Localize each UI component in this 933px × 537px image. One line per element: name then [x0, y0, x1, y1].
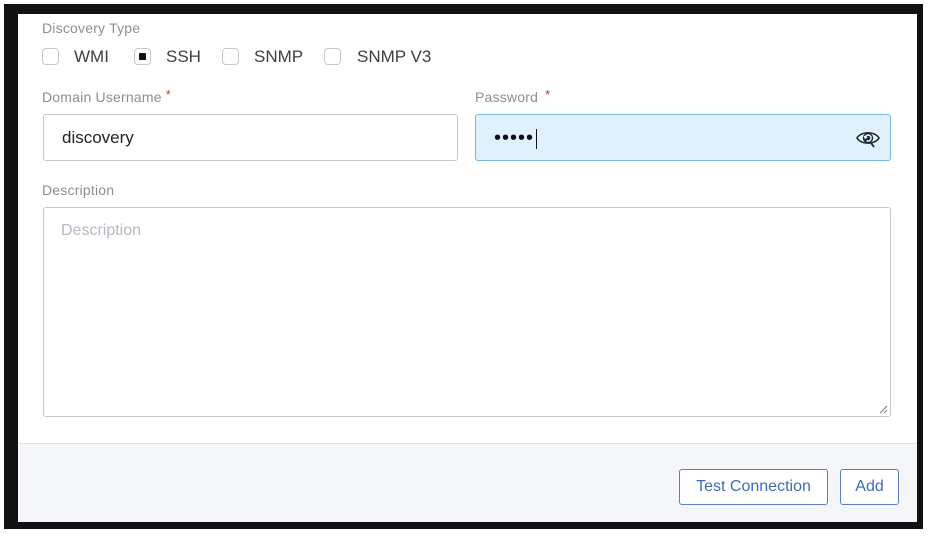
password-field[interactable]: ••••• — [475, 114, 891, 161]
snmp-checkbox[interactable] — [222, 48, 239, 65]
domain-username-label: Domain Username * — [42, 87, 171, 105]
required-mark: * — [545, 87, 551, 102]
discovery-type-label: Discovery Type — [42, 20, 141, 36]
required-mark: * — [165, 87, 171, 102]
add-button[interactable]: Add — [840, 469, 899, 505]
text-caret — [536, 128, 538, 149]
form-footer: Test Connection Add — [18, 443, 917, 522]
test-connection-button[interactable]: Test Connection — [679, 469, 828, 505]
wmi-checkbox[interactable] — [42, 48, 59, 65]
domain-username-input[interactable] — [44, 115, 457, 160]
ssh-label: SSH — [166, 47, 201, 66]
domain-username-field[interactable] — [43, 114, 458, 161]
description-field[interactable] — [43, 207, 891, 417]
snmp-v3-label: SNMP V3 — [357, 47, 432, 66]
snmp-label: SNMP — [254, 47, 304, 66]
password-label-text: Password — [475, 89, 539, 105]
resize-handle-icon[interactable] — [878, 404, 888, 414]
password-input[interactable]: ••••• — [494, 127, 538, 150]
description-textarea[interactable] — [44, 208, 890, 416]
snmp-v3-checkbox[interactable] — [324, 48, 341, 65]
password-masked-value: ••••• — [494, 127, 535, 149]
domain-username-label-text: Domain Username — [42, 89, 162, 105]
description-label: Description — [42, 182, 115, 198]
ssh-checkbox[interactable] — [134, 48, 151, 65]
window-frame: Discovery Type WMI SSH SNMP SNMP V3 Doma… — [4, 4, 923, 529]
password-label: Password * — [475, 87, 551, 105]
discovery-form-panel: Discovery Type WMI SSH SNMP SNMP V3 Doma… — [18, 14, 917, 522]
eye-refresh-icon[interactable] — [856, 127, 880, 149]
wmi-label: WMI — [74, 47, 109, 66]
